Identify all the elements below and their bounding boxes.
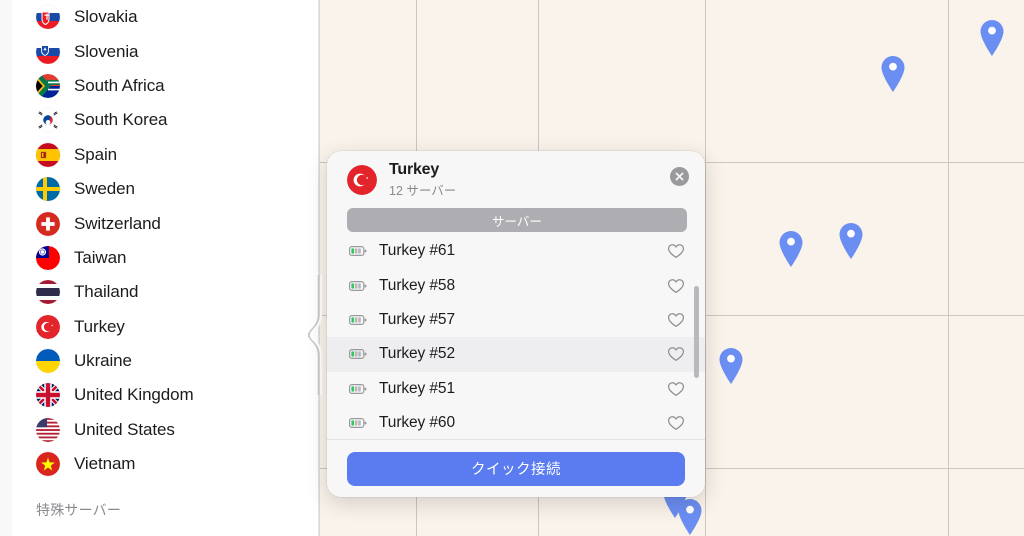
special-servers-header: 特殊サーバー: [36, 502, 122, 519]
server-load-icon: [349, 280, 367, 292]
sidebar-item-south-africa[interactable]: South Africa: [12, 69, 320, 103]
server-name-label: Turkey #51: [379, 379, 455, 397]
map-pin-icon[interactable]: [836, 220, 866, 260]
switzerland-flag-icon: [36, 211, 60, 236]
country-sidebar[interactable]: Slovakia Slovenia South Africa South Korea S…: [12, 0, 320, 536]
sidebar-item-label: South Africa: [74, 75, 165, 95]
server-name-label: Turkey #58: [379, 276, 455, 294]
favorite-heart-icon[interactable]: [667, 415, 685, 431]
sidebar-item-label: United Kingdom: [74, 385, 194, 405]
server-load-icon: [349, 245, 367, 257]
south-korea-flag-icon: [36, 108, 60, 133]
vpn-app-window: Slovakia Slovenia South Africa South Korea S…: [0, 0, 1024, 536]
favorite-heart-icon[interactable]: [667, 381, 685, 397]
server-rows[interactable]: Turkey #61 Turkey #58 Turkey #57 Turkey …: [327, 234, 705, 439]
sidebar-item-sweden[interactable]: Sweden: [12, 172, 320, 206]
country-list[interactable]: Slovakia Slovenia South Africa South Korea S…: [12, 0, 320, 481]
sidebar-collapse-handle[interactable]: [307, 275, 324, 395]
sidebar-item-slovakia[interactable]: Slovakia: [12, 0, 320, 34]
vietnam-flag-icon: [36, 452, 60, 477]
sidebar-item-label: South Korea: [74, 110, 168, 130]
server-load-icon: [349, 348, 367, 360]
popup-header: Turkey 12 サーバー: [327, 151, 705, 208]
thailand-flag-icon: [36, 280, 60, 305]
server-name-label: Turkey #57: [379, 310, 455, 328]
favorite-heart-icon[interactable]: [667, 243, 685, 259]
server-list[interactable]: Turkey #61 Turkey #58 Turkey #57 Turkey …: [327, 234, 705, 439]
sidebar-item-label: Turkey: [74, 316, 125, 336]
sidebar-item-label: Sweden: [74, 179, 135, 199]
server-list-item[interactable]: Turkey #60: [327, 406, 705, 439]
quick-connect-button[interactable]: クイック接続: [347, 451, 685, 486]
favorite-heart-icon[interactable]: [667, 346, 685, 362]
turkey-flag-icon: [347, 164, 377, 195]
taiwan-flag-icon: [36, 245, 60, 270]
server-list-item[interactable]: Turkey #52: [327, 337, 705, 372]
sidebar-gutter: [0, 0, 12, 536]
sidebar-item-switzerland[interactable]: Switzerland: [12, 206, 320, 240]
tab-servers[interactable]: サーバー: [347, 208, 687, 232]
close-icon[interactable]: [670, 167, 689, 186]
sidebar-item-label: Ukraine: [74, 351, 132, 371]
sidebar-item-united-kingdom[interactable]: United Kingdom: [12, 378, 320, 412]
country-server-popup[interactable]: Turkey 12 サーバー サーバー Turkey #61 Turkey #5…: [327, 151, 705, 497]
sidebar-item-label: Slovakia: [74, 7, 138, 27]
popup-title-block: Turkey 12 サーバー: [389, 161, 456, 199]
slovenia-flag-icon: [36, 39, 60, 64]
sidebar-item-label: Vietnam: [74, 454, 136, 474]
map-pin-icon[interactable]: [878, 53, 908, 93]
sidebar-item-vietnam[interactable]: Vietnam: [12, 447, 320, 481]
sweden-flag-icon: [36, 177, 60, 202]
turkey-flag-icon: [36, 314, 60, 339]
slovakia-flag-icon: [36, 5, 60, 30]
sidebar-item-slovenia[interactable]: Slovenia: [12, 34, 320, 68]
sidebar-item-taiwan[interactable]: Taiwan: [12, 241, 320, 275]
map-pin-icon[interactable]: [716, 345, 746, 385]
sidebar-item-turkey[interactable]: Turkey: [12, 310, 320, 344]
sidebar-item-ukraine[interactable]: Ukraine: [12, 344, 320, 378]
sidebar-item-south-korea[interactable]: South Korea: [12, 103, 320, 137]
united-kingdom-flag-icon: [36, 383, 60, 408]
sidebar-item-label: Taiwan: [74, 247, 127, 267]
tab-servers-label: サーバー: [492, 214, 542, 229]
server-list-item[interactable]: Turkey #51: [327, 372, 705, 406]
server-list-item[interactable]: Turkey #57: [327, 303, 705, 337]
server-name-label: Turkey #60: [379, 414, 455, 432]
sidebar-item-spain[interactable]: Spain: [12, 138, 320, 172]
united-states-flag-icon: [36, 417, 60, 442]
sidebar-item-united-states[interactable]: United States: [12, 413, 320, 447]
sidebar-divider: [318, 0, 320, 536]
favorite-heart-icon[interactable]: [667, 278, 685, 294]
sidebar-item-label: Thailand: [74, 282, 139, 302]
server-load-icon: [349, 383, 367, 395]
popup-server-count: 12 サーバー: [389, 183, 457, 198]
popup-country-name: Turkey: [389, 160, 440, 178]
server-name-label: Turkey #52: [379, 345, 455, 363]
server-load-icon: [349, 417, 367, 429]
south-africa-flag-icon: [36, 73, 60, 98]
sidebar-item-label: United States: [74, 419, 175, 439]
map-pin-icon[interactable]: [675, 496, 705, 536]
map-pin-icon[interactable]: [977, 17, 1007, 57]
favorite-heart-icon[interactable]: [667, 312, 685, 328]
server-list-item[interactable]: Turkey #58: [327, 268, 705, 302]
popup-footer: クイック接続: [327, 439, 705, 497]
spain-flag-icon: [36, 142, 60, 167]
server-list-item[interactable]: Turkey #61: [327, 234, 705, 268]
server-load-icon: [349, 314, 367, 326]
sidebar-item-label: Switzerland: [74, 213, 161, 233]
map-gridline-vertical: [948, 0, 949, 536]
server-list-scrollbar[interactable]: [694, 286, 699, 378]
sidebar-item-label: Spain: [74, 144, 117, 164]
map-pin-icon[interactable]: [776, 228, 806, 268]
sidebar-item-label: Slovenia: [74, 41, 139, 61]
sidebar-item-thailand[interactable]: Thailand: [12, 275, 320, 309]
server-name-label: Turkey #61: [379, 242, 455, 260]
ukraine-flag-icon: [36, 349, 60, 374]
map-gridline-vertical: [705, 0, 706, 536]
